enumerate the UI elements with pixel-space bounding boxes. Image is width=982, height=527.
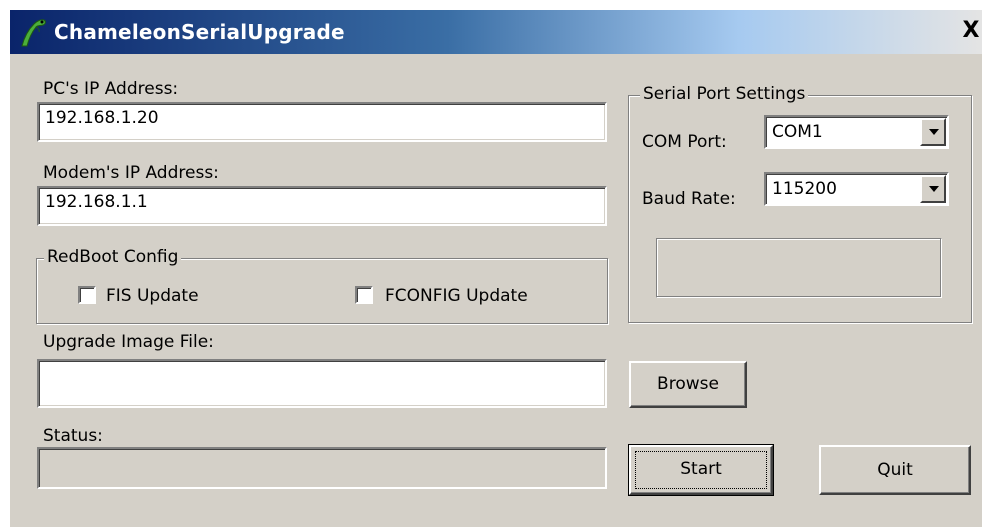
start-button-label: Start — [680, 459, 722, 479]
chameleon-icon — [18, 16, 48, 48]
upgrade-file-input[interactable] — [37, 359, 607, 408]
modem-ip-label: Modem's IP Address: — [43, 163, 219, 183]
fis-update-checkbox[interactable] — [78, 286, 96, 304]
browse-button[interactable]: Browse — [629, 361, 747, 408]
com-port-dropdown-button[interactable] — [920, 118, 946, 146]
fconfig-update-checkbox[interactable] — [355, 286, 373, 304]
chevron-down-icon — [929, 186, 939, 192]
fconfig-update-label: FCONFIG Update — [385, 286, 528, 306]
window-title: ChameleonSerialUpgrade — [54, 20, 345, 44]
status-field — [37, 447, 607, 489]
serial-port-settings-title: Serial Port Settings — [640, 84, 809, 104]
redboot-config-title: RedBoot Config — [44, 247, 182, 267]
baud-rate-label: Baud Rate: — [642, 189, 736, 209]
close-button[interactable]: X — [960, 18, 982, 44]
baud-rate-select[interactable]: 115200 — [764, 172, 949, 206]
fis-update-label: FIS Update — [106, 286, 199, 306]
upgrade-file-label: Upgrade Image File: — [43, 332, 214, 352]
serial-status-panel — [656, 238, 942, 298]
chevron-down-icon — [929, 129, 939, 135]
com-port-select[interactable]: COM1 — [764, 115, 949, 149]
baud-rate-dropdown-button[interactable] — [920, 175, 946, 203]
pc-ip-input[interactable]: 192.168.1.20 — [37, 102, 607, 142]
com-port-label: COM Port: — [642, 132, 727, 152]
start-button[interactable]: Start — [628, 444, 774, 496]
app-window: ChameleonSerialUpgrade X PC's IP Address… — [10, 10, 982, 527]
pc-ip-label: PC's IP Address: — [43, 79, 179, 99]
modem-ip-input[interactable]: 192.168.1.1 — [37, 186, 607, 226]
baud-rate-value: 115200 — [772, 179, 837, 199]
quit-button[interactable]: Quit — [819, 445, 971, 495]
com-port-value: COM1 — [772, 122, 823, 142]
status-label: Status: — [43, 426, 103, 446]
title-bar[interactable]: ChameleonSerialUpgrade X — [10, 10, 982, 54]
